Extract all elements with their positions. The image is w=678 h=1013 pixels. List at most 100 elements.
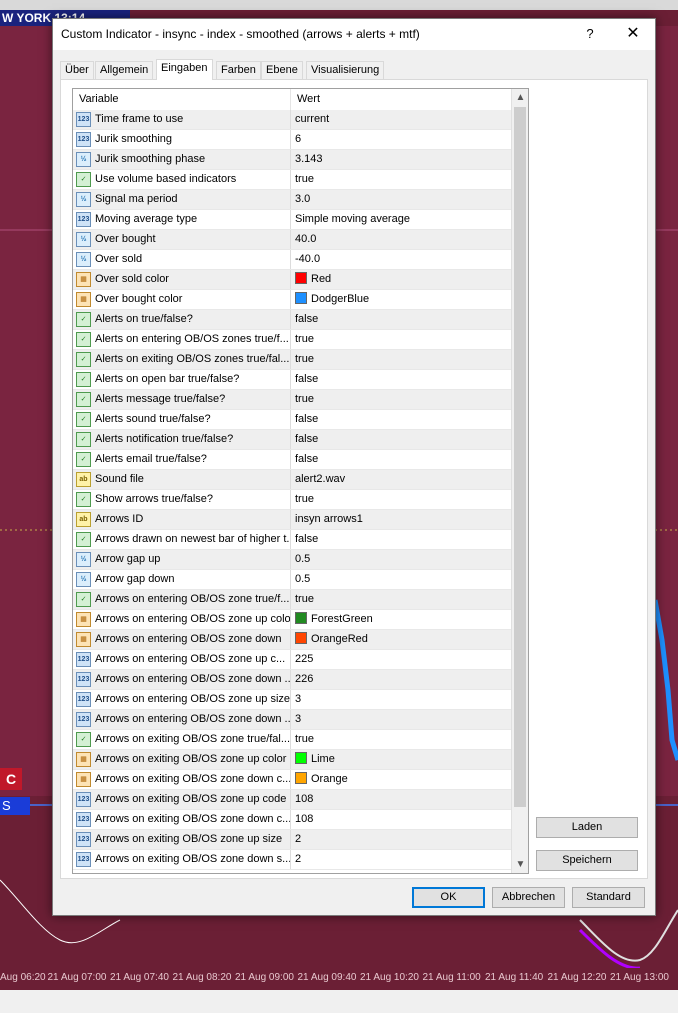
table-row[interactable]: 123 Jurik smoothing 6 — [73, 130, 511, 150]
table-row[interactable]: 123 Arrows on exiting OB/OS zone down s..… — [73, 850, 511, 870]
scroll-down-icon[interactable]: ▼ — [512, 856, 528, 873]
value-cell[interactable]: Red — [291, 270, 511, 289]
value-cell[interactable]: false — [291, 430, 511, 449]
value-cell[interactable]: 40.0 — [291, 230, 511, 249]
table-row[interactable]: ▦ Over bought color DodgerBlue — [73, 290, 511, 310]
table-row[interactable]: ½ Jurik smoothing phase 3.143 — [73, 150, 511, 170]
bool-type-icon: ✓ — [76, 392, 91, 407]
table-row[interactable]: ✓ Show arrows true/false? true — [73, 490, 511, 510]
value-cell[interactable]: true — [291, 490, 511, 509]
value-cell[interactable]: 108 — [291, 790, 511, 809]
ok-button[interactable]: OK — [412, 887, 485, 908]
tab-eingaben[interactable]: Eingaben — [156, 59, 213, 80]
value-cell[interactable]: true — [291, 170, 511, 189]
tab-allgemein[interactable]: Allgemein — [95, 61, 154, 79]
tab-uber[interactable]: Über — [60, 61, 94, 79]
table-row[interactable]: ✓ Alerts on true/false? false — [73, 310, 511, 330]
value-cell[interactable]: DodgerBlue — [291, 290, 511, 309]
tab-ebene[interactable]: Ebene — [261, 61, 303, 79]
table-row[interactable]: ✓ Alerts on entering OB/OS zones true/f..… — [73, 330, 511, 350]
value-text: Red — [311, 273, 332, 285]
table-row[interactable]: ½ Arrow gap down 0.5 — [73, 570, 511, 590]
column-header-value[interactable]: Wert — [291, 89, 511, 110]
table-row[interactable]: ✓ Alerts sound true/false? false — [73, 410, 511, 430]
table-row[interactable]: ½ Over sold -40.0 — [73, 250, 511, 270]
table-row[interactable]: 123 Arrows on exiting OB/OS zone down c..… — [73, 810, 511, 830]
table-row[interactable]: ab Sound file alert2.wav — [73, 470, 511, 490]
table-row[interactable]: ✓ Arrows on entering OB/OS zone true/f...… — [73, 590, 511, 610]
table-row[interactable]: ✓ Alerts notification true/false? false — [73, 430, 511, 450]
table-row[interactable]: ▦ Arrows on entering OB/OS zone down Orang… — [73, 630, 511, 650]
value-cell[interactable]: true — [291, 330, 511, 349]
value-cell[interactable]: Orange — [291, 770, 511, 789]
tab-visualisierung[interactable]: Visualisierung — [306, 61, 385, 79]
close-button[interactable]: ✕ — [618, 22, 648, 46]
table-row[interactable]: ✓ Alerts on exiting OB/OS zones true/fal.… — [73, 350, 511, 370]
value-cell[interactable]: true — [291, 590, 511, 609]
help-button[interactable]: ? — [578, 22, 602, 46]
table-row[interactable]: 123 Arrows on entering OB/OS zone up size… — [73, 690, 511, 710]
table-row[interactable]: ▦ Arrows on exiting OB/OS zone down c... O… — [73, 770, 511, 790]
table-row[interactable]: ½ Signal ma period 3.0 — [73, 190, 511, 210]
value-cell[interactable]: insyn arrows1 — [291, 510, 511, 529]
table-row[interactable]: 123 Arrows on exiting OB/OS zone up code 1… — [73, 790, 511, 810]
value-cell[interactable]: 0.5 — [291, 570, 511, 589]
value-cell[interactable]: 3.143 — [291, 150, 511, 169]
int-type-icon: 123 — [76, 852, 91, 867]
scroll-thumb[interactable] — [514, 107, 526, 807]
table-row[interactable]: 123 Arrows on exiting OB/OS zone up size 2 — [73, 830, 511, 850]
table-row[interactable]: ½ Arrow gap up 0.5 — [73, 550, 511, 570]
load-button[interactable]: Laden — [536, 817, 638, 838]
value-cell[interactable]: 6 — [291, 130, 511, 149]
value-cell[interactable]: true — [291, 350, 511, 369]
table-row[interactable]: 123 Arrows on entering OB/OS zone down ..… — [73, 670, 511, 690]
scroll-up-icon[interactable]: ▲ — [512, 89, 528, 106]
value-cell[interactable]: 226 — [291, 670, 511, 689]
table-row[interactable]: ▦ Arrows on exiting OB/OS zone up color Li… — [73, 750, 511, 770]
value-cell[interactable]: -40.0 — [291, 250, 511, 269]
table-row[interactable]: ✓ Use volume based indicators true — [73, 170, 511, 190]
value-cell[interactable]: 3 — [291, 690, 511, 709]
value-cell[interactable]: false — [291, 310, 511, 329]
table-row[interactable]: 123 Arrows on entering OB/OS zone up c...… — [73, 650, 511, 670]
table-row[interactable]: ✓ Arrows on exiting OB/OS zone true/fal..… — [73, 730, 511, 750]
table-row[interactable]: ab Arrows ID insyn arrows1 — [73, 510, 511, 530]
value-cell[interactable]: 108 — [291, 810, 511, 829]
table-row[interactable]: ✓ Alerts message true/false? true — [73, 390, 511, 410]
variable-cell: ✓ Arrows on entering OB/OS zone true/f... — [73, 590, 291, 609]
table-row[interactable]: 123 Arrows on entering OB/OS zone down ..… — [73, 710, 511, 730]
value-cell[interactable]: 3 — [291, 710, 511, 729]
value-cell[interactable]: Lime — [291, 750, 511, 769]
grid-scrollbar[interactable]: ▲ ▼ — [511, 89, 528, 873]
value-cell[interactable]: ForestGreen — [291, 610, 511, 629]
value-cell[interactable]: alert2.wav — [291, 470, 511, 489]
table-row[interactable]: ✓ Arrows drawn on newest bar of higher t.… — [73, 530, 511, 550]
value-cell[interactable]: 3.0 — [291, 190, 511, 209]
value-cell[interactable]: Simple moving average — [291, 210, 511, 229]
column-header-variable[interactable]: Variable — [73, 89, 291, 110]
table-row[interactable]: 123 Moving average type Simple moving aver… — [73, 210, 511, 230]
value-cell[interactable]: false — [291, 410, 511, 429]
value-cell[interactable]: current — [291, 110, 511, 129]
value-cell[interactable]: OrangeRed — [291, 630, 511, 649]
reset-button[interactable]: Standard — [572, 887, 645, 908]
save-button[interactable]: Speichern — [536, 850, 638, 871]
table-row[interactable]: ▦ Arrows on entering OB/OS zone up color F… — [73, 610, 511, 630]
value-cell[interactable]: 0.5 — [291, 550, 511, 569]
dialog-titlebar[interactable]: Custom Indicator - insync - index - smoo… — [53, 19, 655, 50]
tab-farben[interactable]: Farben — [216, 61, 261, 79]
cancel-button[interactable]: Abbrechen — [492, 887, 565, 908]
table-row[interactable]: ✓ Alerts on open bar true/false? false — [73, 370, 511, 390]
value-cell[interactable]: 225 — [291, 650, 511, 669]
table-row[interactable]: ½ Over bought 40.0 — [73, 230, 511, 250]
value-cell[interactable]: false — [291, 370, 511, 389]
value-cell[interactable]: false — [291, 450, 511, 469]
value-cell[interactable]: true — [291, 390, 511, 409]
value-cell[interactable]: true — [291, 730, 511, 749]
value-cell[interactable]: 2 — [291, 850, 511, 869]
table-row[interactable]: ▦ Over sold color Red — [73, 270, 511, 290]
table-row[interactable]: ✓ Alerts email true/false? false — [73, 450, 511, 470]
value-cell[interactable]: false — [291, 530, 511, 549]
value-cell[interactable]: 2 — [291, 830, 511, 849]
table-row[interactable]: 123 Time frame to use current — [73, 110, 511, 130]
